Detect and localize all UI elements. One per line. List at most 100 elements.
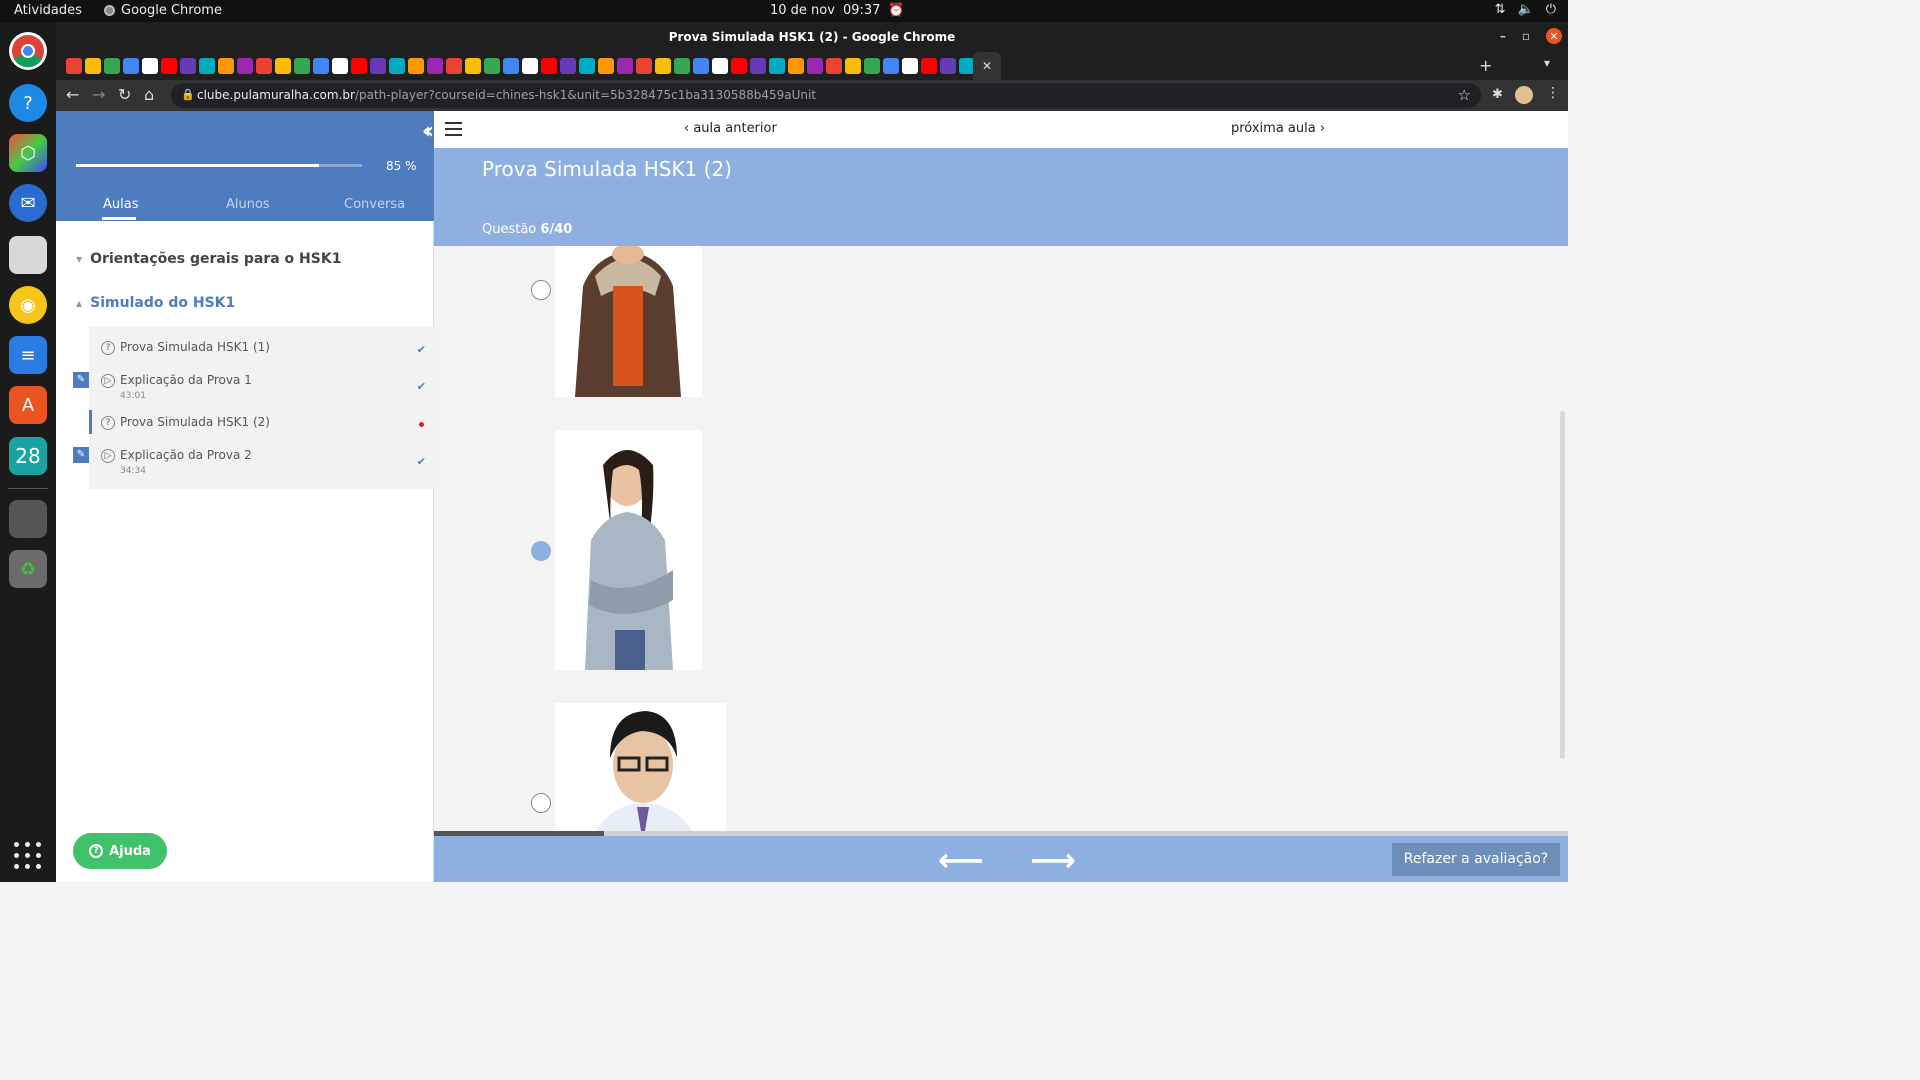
section-simulado[interactable]: ▲ Simulado do HSK1	[76, 295, 235, 311]
tab-favicon-icon[interactable]	[864, 58, 880, 74]
tab-favicon-icon[interactable]	[598, 58, 614, 74]
tab-favicon-icon[interactable]	[503, 58, 519, 74]
tab-favicon-icon[interactable]	[541, 58, 557, 74]
answer-image-woman-cardigan[interactable]	[555, 430, 702, 670]
clock[interactable]: 10 de nov 09:37 ⏰	[770, 3, 905, 18]
tab-favicon-icon[interactable]	[180, 58, 196, 74]
tab-favicon-icon[interactable]	[275, 58, 291, 74]
tab-favicon-icon[interactable]	[940, 58, 956, 74]
answer-image-woman-coat[interactable]	[555, 246, 702, 397]
app-menu[interactable]: Google Chrome	[104, 3, 222, 18]
files-dock-icon[interactable]	[9, 236, 47, 274]
answer-image-man-glasses[interactable]	[555, 703, 726, 831]
tab-favicon-icon[interactable]	[845, 58, 861, 74]
tab-favicon-icon[interactable]	[883, 58, 899, 74]
software-dock-icon[interactable]: ⬡	[9, 134, 47, 172]
section-orientacoes[interactable]: ▼ Orientações gerais para o HSK1	[76, 251, 341, 267]
tab-favicon-icon[interactable]	[750, 58, 766, 74]
previous-lesson-link[interactable]: ‹ aula anterior	[684, 121, 777, 136]
back-icon[interactable]: ←	[66, 85, 79, 104]
help-button[interactable]: ? Ajuda	[73, 833, 167, 869]
attachment-icon[interactable]: ✎	[73, 372, 89, 388]
browser-menu-icon[interactable]: ⋮	[1546, 85, 1560, 101]
home-icon[interactable]: ⌂	[144, 85, 154, 104]
tab-favicon-icon[interactable]	[332, 58, 348, 74]
next-lesson-link[interactable]: próxima aula ›	[1231, 121, 1325, 136]
vertical-scrollbar[interactable]	[1560, 411, 1565, 759]
tab-favicon-icon[interactable]	[370, 58, 386, 74]
collapse-sidebar-icon[interactable]: ‹‹	[422, 119, 434, 144]
maximize-icon[interactable]: ▫	[1522, 29, 1530, 43]
tab-favicon-icon[interactable]	[313, 58, 329, 74]
chrome-dock-icon[interactable]	[9, 32, 47, 70]
help-dock-icon[interactable]: ?	[9, 84, 47, 122]
tab-favicon-icon[interactable]	[256, 58, 272, 74]
rhythmbox-dock-icon[interactable]: ◉	[9, 286, 47, 324]
tab-favicon-icon[interactable]	[218, 58, 234, 74]
tab-favicon-icon[interactable]	[104, 58, 120, 74]
tab-close-icon[interactable]: ✕	[973, 52, 1001, 80]
new-tab-icon[interactable]: +	[1479, 56, 1492, 75]
answer-radio-2[interactable]	[531, 541, 551, 561]
show-apps-icon[interactable]	[14, 842, 42, 870]
tab-favicon-icon[interactable]	[921, 58, 937, 74]
address-bar[interactable]: 🔒 clube.pulamuralha.com.br/path-player?c…	[171, 83, 1481, 108]
extensions-icon[interactable]: ✱	[1492, 87, 1503, 102]
writer-dock-icon[interactable]: ≡	[9, 336, 47, 374]
tab-favicon-icon[interactable]	[560, 58, 576, 74]
tab-favicon-icon[interactable]	[579, 58, 595, 74]
tab-favicon-icon[interactable]	[636, 58, 652, 74]
close-window-icon[interactable]: ✕	[1546, 28, 1562, 44]
tab-favicon-icon[interactable]	[66, 58, 82, 74]
calendar-dock-icon[interactable]: 28	[9, 437, 47, 475]
forward-icon[interactable]: →	[92, 85, 105, 104]
tab-favicon-icon[interactable]	[655, 58, 671, 74]
tab-favicon-icon[interactable]	[693, 58, 709, 74]
bookmark-star-icon[interactable]: ☆	[1458, 86, 1471, 104]
activities-button[interactable]: Atividades	[14, 3, 82, 18]
redo-assessment-button[interactable]: Refazer a avaliação?	[1392, 843, 1560, 876]
tab-favicon-icon[interactable]	[769, 58, 785, 74]
tab-favicon-icon[interactable]	[788, 58, 804, 74]
tab-favicon-icon[interactable]	[408, 58, 424, 74]
tab-favicon-icon[interactable]	[826, 58, 842, 74]
tab-favicon-icon[interactable]	[142, 58, 158, 74]
tab-favicon-icon[interactable]	[351, 58, 367, 74]
tab-favicon-icon[interactable]	[731, 58, 747, 74]
attachment-icon[interactable]: ✎	[73, 447, 89, 463]
tab-favicon-icon[interactable]	[427, 58, 443, 74]
tab-aulas[interactable]: Aulas	[103, 197, 138, 212]
tab-favicon-icon[interactable]	[617, 58, 633, 74]
thunderbird-dock-icon[interactable]: ✉	[9, 184, 47, 222]
previous-question-arrow-icon[interactable]: ⟵	[938, 841, 984, 879]
tab-favicon-icon[interactable]	[522, 58, 538, 74]
profile-avatar[interactable]	[1515, 86, 1533, 104]
tab-favicon-icon[interactable]	[484, 58, 500, 74]
tab-favicon-icon[interactable]	[294, 58, 310, 74]
tab-favicon-icon[interactable]	[807, 58, 823, 74]
tab-favicon-icon[interactable]	[85, 58, 101, 74]
trash-dock-icon[interactable]: ♻	[9, 550, 47, 588]
tab-favicon-icon[interactable]	[161, 58, 177, 74]
tab-favicon-icon[interactable]	[199, 58, 215, 74]
system-tray[interactable]: ⇅ 🔈 ⏻	[1495, 2, 1556, 17]
tab-favicon-icon[interactable]	[712, 58, 728, 74]
next-question-arrow-icon[interactable]: ⟶	[1030, 841, 1076, 879]
tab-favicon-icon[interactable]	[446, 58, 462, 74]
tab-favicon-icon[interactable]	[237, 58, 253, 74]
tab-search-icon[interactable]: ▾	[1544, 56, 1550, 70]
app-center-dock-icon[interactable]: A	[9, 386, 47, 424]
tab-favicon-icon[interactable]	[465, 58, 481, 74]
tab-favicon-icon[interactable]	[123, 58, 139, 74]
answer-radio-1[interactable]	[531, 280, 551, 300]
tab-alunos[interactable]: Alunos	[226, 197, 270, 212]
tab-favicon-icon[interactable]	[389, 58, 405, 74]
removable-drive-dock-icon[interactable]	[9, 500, 47, 538]
tab-favicon-icon[interactable]	[674, 58, 690, 74]
menu-icon[interactable]	[445, 122, 462, 136]
reload-icon[interactable]: ↻	[118, 85, 131, 104]
tab-conversa[interactable]: Conversa	[344, 197, 405, 212]
tab-favicon-icon[interactable]	[902, 58, 918, 74]
answer-radio-3[interactable]	[531, 793, 551, 813]
minimize-icon[interactable]: –	[1500, 29, 1506, 43]
